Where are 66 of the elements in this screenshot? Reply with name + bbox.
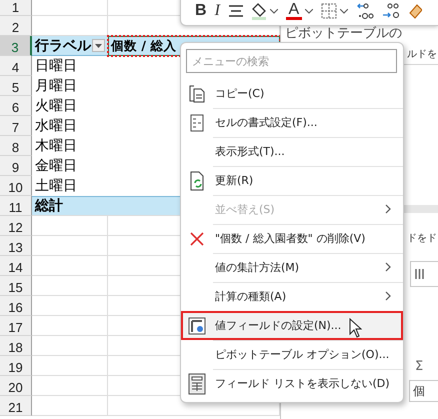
menu-item[interactable]: コピー(C) — [181, 79, 403, 108]
row-number: 7 — [0, 116, 32, 136]
row-number: 6 — [0, 96, 32, 116]
copy-icon — [189, 84, 205, 102]
increase-decimal-icon — [382, 2, 400, 20]
row-number: 14 — [0, 256, 32, 276]
format-cells-icon — [190, 114, 204, 132]
row-label-cell-text: 火曜日 — [34, 97, 78, 116]
dropdown-button[interactable] — [92, 39, 105, 52]
bold-button[interactable]: B — [193, 0, 209, 22]
row-number: 5 — [0, 76, 32, 96]
row-number: 11 — [0, 196, 32, 216]
menu-item[interactable]: 値の集計方法(M) — [181, 253, 403, 282]
row-number: 21 — [0, 396, 32, 416]
row-number: 13 — [0, 236, 32, 256]
field-list-icon — [188, 372, 206, 394]
font-color-button[interactable]: A — [284, 0, 315, 22]
delete-icon — [190, 232, 204, 246]
row-number: 18 — [0, 336, 32, 356]
row-number: 15 — [0, 276, 32, 296]
pane-hint: ルドを — [407, 48, 437, 61]
borders-icon — [320, 3, 337, 19]
caret-icon — [95, 44, 102, 48]
row-number: 8 — [0, 136, 32, 156]
row-label-cell-text: 木曜日 — [34, 137, 78, 156]
values-label: Σ — [415, 359, 424, 374]
chevron-down-icon — [270, 8, 278, 14]
row-label-cell-text: 土曜日 — [34, 177, 78, 196]
field-settings-icon — [188, 316, 206, 334]
menu-item[interactable]: 更新(R) — [181, 166, 403, 195]
menu-item[interactable]: 表示形式(T)... — [181, 137, 403, 166]
row-number: 20 — [0, 376, 32, 396]
row-label-cell-text: 金曜日 — [34, 157, 78, 176]
row-label-cell-text: 日曜日 — [34, 57, 78, 76]
row-label-cell-text: 月曜日 — [34, 77, 78, 96]
chevron-down-icon — [304, 8, 313, 14]
menu-item[interactable]: フィールド リストを表示しない(D) — [181, 369, 403, 398]
menu-item[interactable]: "個数 / 総入園者数" の削除(V) — [181, 224, 403, 253]
row-number: 12 — [0, 216, 32, 236]
columns-icon — [415, 269, 424, 279]
menu-search-field[interactable]: メニューの検索 — [186, 49, 397, 73]
paint-bucket-icon — [252, 2, 267, 20]
menu-item[interactable]: 値フィールドの設定(N)... — [181, 311, 403, 340]
chevron-down-icon — [340, 8, 348, 14]
eraser-icon — [408, 3, 422, 19]
pane-title: ピボットテーブルの — [285, 27, 402, 41]
row-number: 16 — [0, 296, 32, 316]
pane-hint: ドをド — [407, 232, 438, 245]
value-field[interactable]: 個 — [409, 380, 438, 402]
mouse-cursor-icon — [349, 318, 362, 338]
row-number: 10 — [0, 176, 32, 196]
row-number: 17 — [0, 316, 32, 336]
row-number: 9 — [0, 156, 32, 176]
row-label-cell-text: 水曜日 — [34, 117, 78, 136]
row-number: 3 — [0, 36, 32, 56]
row-labels-header: 行ラベル — [32, 36, 108, 56]
menu-item[interactable]: ピボットテーブル オプション(O)... — [181, 340, 403, 369]
refresh-icon — [188, 170, 206, 190]
row-number: 2 — [0, 16, 32, 36]
row-number: 1 — [0, 0, 32, 16]
row-number: 19 — [0, 356, 32, 376]
decrease-decimal-icon — [356, 2, 374, 20]
row-number: 4 — [0, 56, 32, 76]
italic-button[interactable]: I — [212, 0, 222, 22]
menu-item[interactable]: セルの書式設定(F)... — [181, 108, 403, 137]
align-center-icon — [228, 4, 244, 18]
